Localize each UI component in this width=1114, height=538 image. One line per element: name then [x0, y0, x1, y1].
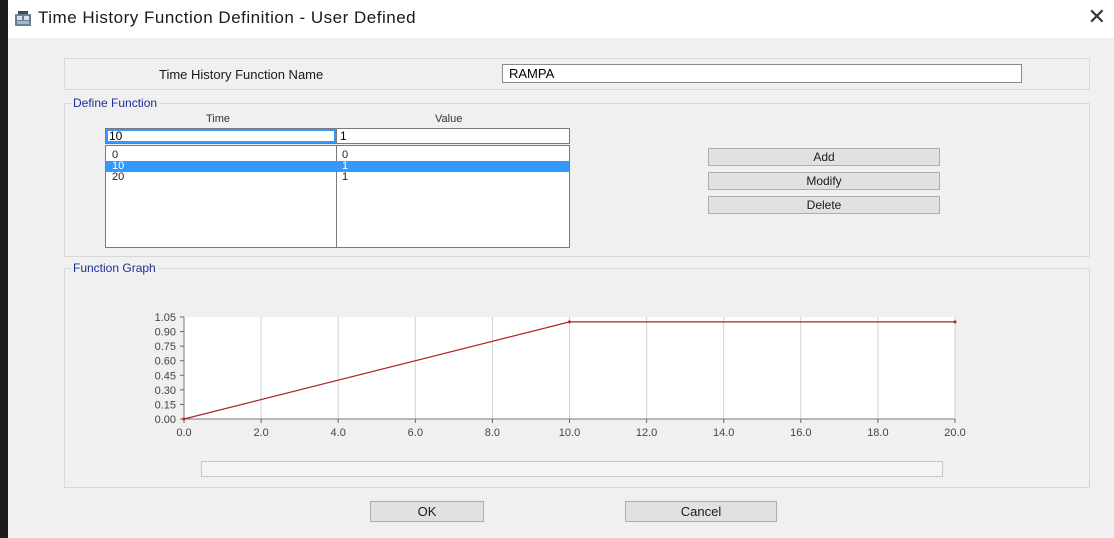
close-icon[interactable]: ✕ — [1088, 6, 1106, 28]
value-edit-input[interactable] — [336, 128, 570, 144]
y-tick-label: 0.45 — [155, 370, 176, 382]
list-row-selected[interactable]: 10 1 — [106, 161, 569, 172]
title-bar[interactable]: Time History Function Definition - User … — [8, 0, 1114, 38]
graph-status-field — [201, 461, 943, 477]
x-tick-label: 6.0 — [408, 427, 423, 439]
x-tick-label: 10.0 — [559, 427, 580, 439]
row-time: 20 — [112, 171, 125, 183]
modify-button[interactable]: Modify — [708, 172, 940, 190]
ok-button[interactable]: OK — [370, 501, 484, 522]
y-tick-label: 0.75 — [155, 341, 176, 353]
x-tick-label: 20.0 — [944, 427, 965, 439]
value-column-header: Value — [435, 113, 463, 125]
y-tick-label: 0.60 — [155, 356, 176, 368]
x-tick-label: 16.0 — [790, 427, 811, 439]
data-point — [953, 320, 957, 324]
function-name-input[interactable] — [502, 64, 1022, 83]
x-tick-label: 4.0 — [331, 427, 346, 439]
function-name-label: Time History Function Name — [159, 67, 324, 82]
row-value: 1 — [342, 171, 349, 183]
x-tick-label: 14.0 — [713, 427, 734, 439]
list-row[interactable]: 0 0 — [106, 150, 569, 161]
add-button[interactable]: Add — [708, 148, 940, 166]
data-point — [182, 417, 186, 421]
x-tick-label: 12.0 — [636, 427, 657, 439]
y-tick-label: 0.15 — [155, 399, 176, 411]
define-function-group: Define Function Time Value 0 0 10 1 20 1… — [64, 96, 1090, 257]
function-name-group: Time History Function Name — [64, 58, 1090, 90]
y-tick-label: 0.30 — [155, 385, 176, 397]
function-graph-chart: 0.0 2.0 4.0 6.0 8.0 10.0 12.0 14.0 16.0 18.0 20.0 0… — [155, 312, 966, 439]
x-tick-label: 0.0 — [176, 427, 191, 439]
x-tick-label: 2.0 — [253, 427, 268, 439]
x-tick-label: 8.0 — [485, 427, 500, 439]
y-tick-label: 0.90 — [155, 327, 176, 339]
function-graph-group: Function Graph 0.0 2.0 4.0 6.0 8.0 10.0 12.0 14… — [64, 261, 1090, 488]
x-tick-label: 18.0 — [867, 427, 888, 439]
list-row[interactable]: 20 1 — [106, 172, 569, 183]
time-column-header: Time — [206, 113, 231, 125]
y-tick-label: 1.05 — [155, 312, 176, 324]
delete-button[interactable]: Delete — [708, 196, 940, 214]
window-left-border — [0, 0, 8, 538]
time-value-list[interactable]: 0 0 10 1 20 1 — [105, 145, 570, 248]
data-point — [568, 320, 571, 324]
cancel-button[interactable]: Cancel — [625, 501, 777, 522]
window-title: Time History Function Definition - User … — [38, 8, 417, 27]
time-edit-input[interactable] — [105, 128, 337, 144]
define-function-legend: Define Function — [71, 96, 160, 110]
y-tick-label: 0.00 — [155, 414, 176, 426]
time-history-dialog: Time History Function Definition - User … — [8, 0, 1114, 538]
app-icon — [15, 11, 31, 26]
